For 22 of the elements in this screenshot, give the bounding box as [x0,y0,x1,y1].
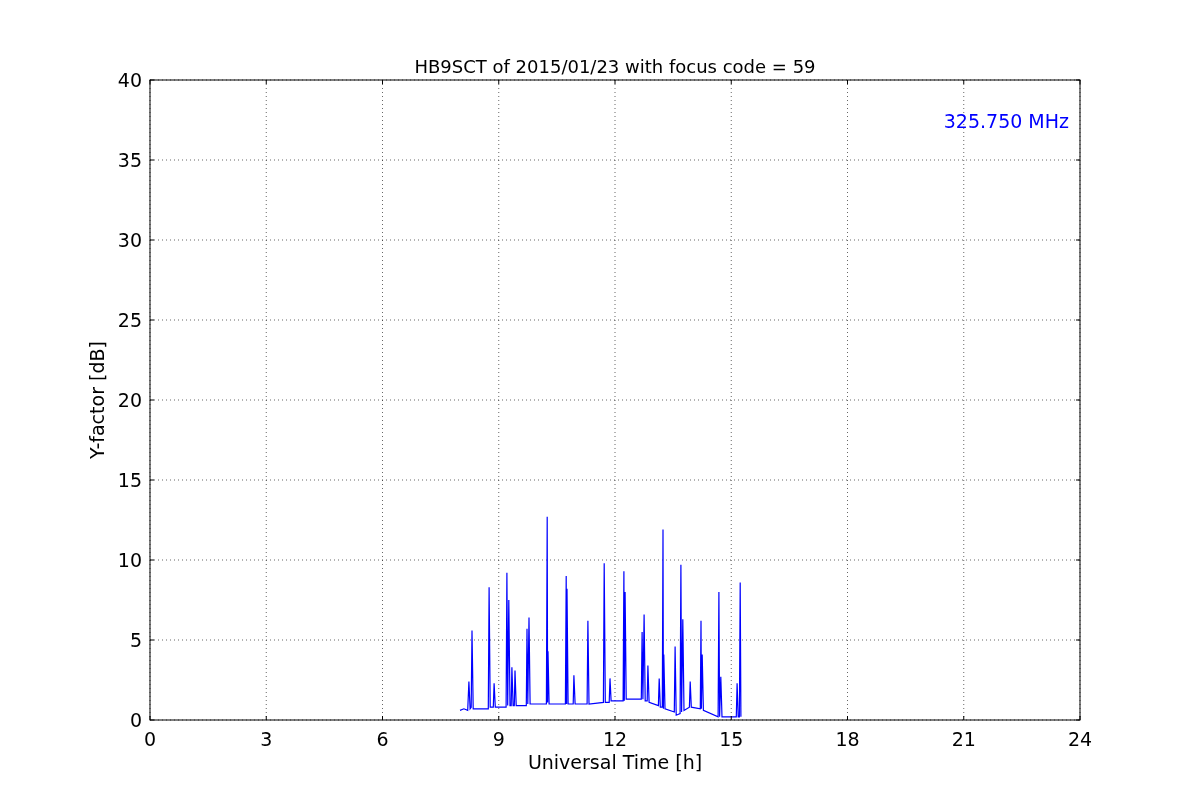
tick-label: 6 [376,728,389,750]
tick-label: 0 [143,728,157,750]
tick-label: 10 [117,549,142,571]
tick-label: 30 [117,229,142,251]
tick-label: 3 [260,728,273,750]
tick-label: 20 [117,389,142,411]
tick-label: 35 [117,149,142,171]
tick-label: 18 [835,728,860,750]
tick-label: 21 [951,728,976,750]
tick-label: 0 [129,709,142,731]
tick-label: 15 [719,728,744,750]
tick-label: 5 [129,629,142,651]
tick-label: 9 [492,728,505,750]
y-axis-label: Y-factor [dB] [86,341,108,459]
chart-title: HB9SCT of 2015/01/23 with focus code = 59 [414,56,816,77]
x-axis-label: Universal Time [h] [527,751,703,773]
tick-label: 12 [602,728,628,750]
tick-label: 15 [117,469,142,491]
legend-label: 325.750 MHz [943,110,1069,132]
tick-label: 40 [117,69,142,91]
tick-label: 24 [1067,728,1093,750]
tick-label: 25 [117,309,142,331]
